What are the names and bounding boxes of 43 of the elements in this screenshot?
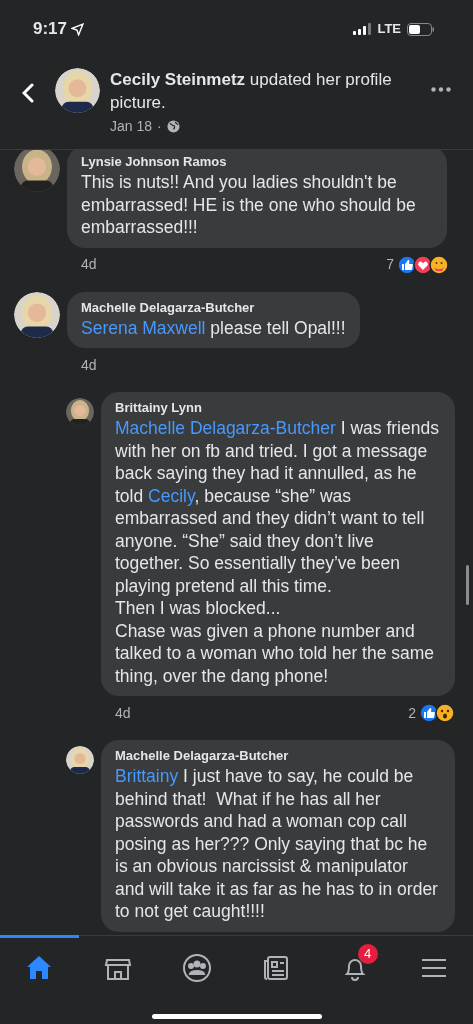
comment-text: Brittainy I just have to say, he could be behind that! What if he has all her passwords and had a woman cop call posing as her??? Only saying that bc he is an obvious narcissist & manipulator and will take it as far as he has to in order to not get caught!!!! (115, 765, 439, 923)
network-label: LTE (377, 20, 401, 39)
notification-badge: 4 (357, 944, 378, 964)
commenter-name[interactable]: Machelle Delagarza-Butcher (81, 298, 346, 317)
back-chevron-icon (22, 83, 34, 103)
reaction-count[interactable]: 2 (408, 702, 416, 724)
more-dots-icon (431, 86, 451, 92)
mention-link[interactable]: Machelle Delagarza-Butcher (115, 418, 336, 438)
globe-icon (166, 120, 180, 133)
avatar[interactable] (14, 291, 60, 338)
avatar[interactable] (66, 746, 94, 774)
post-title: Cecily Steinmetz updated her profile picture. (110, 69, 393, 114)
battery-icon (407, 22, 435, 36)
comment-text: Machelle Delagarza-Butcher I was friends with her on fb and tried. I got a message back saying they had it annulled, as he told Cecily, because “she” was embarrassed and they didn’t want to tell anyone. “She” said they don’t live together. So essentially they’ve been playing pretend all this time. Then I was blocked... Chase was given a phone number and talked to a woman who told her the same thing, over the dang phone! (115, 417, 440, 687)
commenter-name[interactable]: Brittainy Lynn (115, 399, 441, 417)
commenter-name[interactable]: Machelle Delagarza-Butcher (115, 747, 441, 765)
post-date: Jan 18 (110, 117, 153, 136)
avatar[interactable] (14, 150, 60, 192)
like-icon (419, 703, 439, 723)
mention-link[interactable]: Serena Maxwell (81, 317, 206, 338)
comment-text: This is nuts!! And you ladies shouldn't be embarrassed! HE is the one who should be embarrassed!!! (81, 171, 417, 239)
commenter-name[interactable]: Lynsie Johnson Ramos (81, 153, 433, 171)
like-icon (397, 254, 417, 275)
comment-time: 4d (81, 255, 97, 274)
reaction-count[interactable]: 7 (386, 254, 394, 275)
status-time: 9:17 (33, 18, 68, 41)
avatar[interactable] (66, 398, 94, 426)
more-options-button[interactable] (429, 84, 453, 94)
scrollbar (466, 565, 469, 605)
hug-emoji-icon (429, 254, 449, 275)
comment-text: Serena Maxwell please tell Opal!!! (81, 316, 346, 339)
comment-time: 4d (81, 355, 97, 375)
tab-button[interactable]: 4 (315, 935, 395, 998)
location-arrow-icon (71, 22, 85, 36)
separator-dot: · (157, 117, 162, 136)
signal-icon (353, 23, 372, 35)
groups-icon (181, 952, 214, 984)
back-button[interactable] (20, 81, 36, 105)
mention-link[interactable]: Cecily (148, 485, 195, 506)
wow-emoji-icon (435, 703, 455, 723)
mention-link[interactable]: Brittainy (115, 766, 179, 786)
comment-time: 4d (115, 703, 131, 723)
avatar[interactable] (55, 68, 100, 113)
